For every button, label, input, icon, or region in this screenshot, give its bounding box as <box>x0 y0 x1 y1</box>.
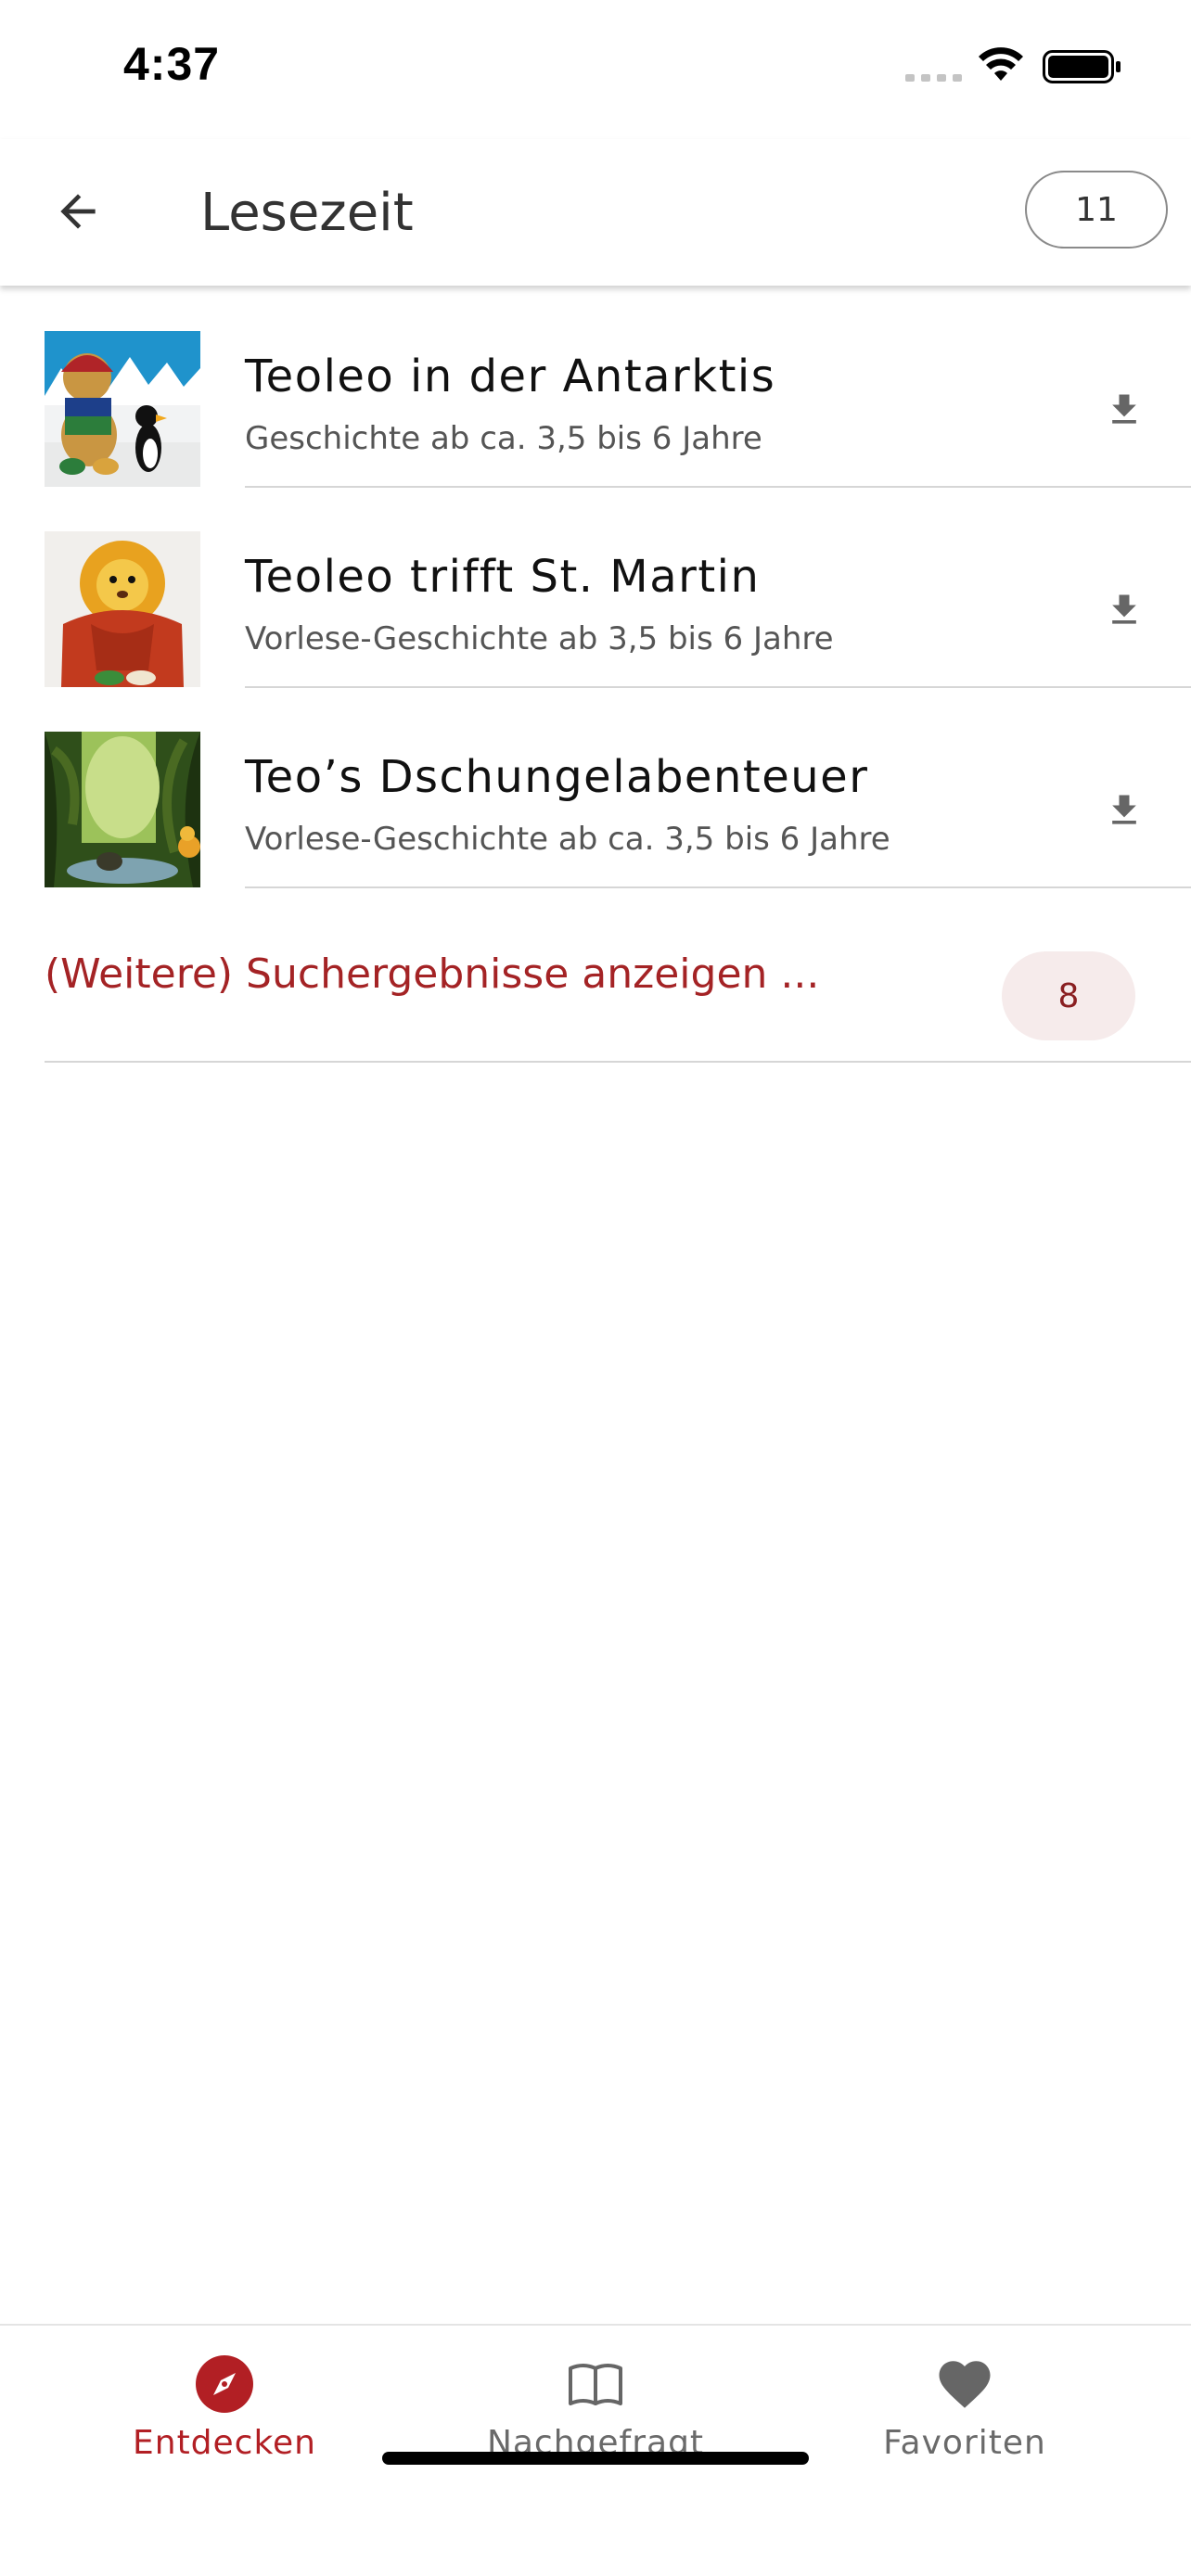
download-button[interactable] <box>1096 783 1152 838</box>
app-bar: Lesezeit 11 <box>0 139 1191 286</box>
cellular-signal-icon <box>905 74 962 82</box>
bottom-navigation: Entdecken Nachgefragt Favoriten <box>0 2324 1191 2576</box>
download-button[interactable] <box>1096 582 1152 638</box>
book-icon <box>569 2364 622 2405</box>
status-bar: 4:37 <box>0 0 1191 139</box>
heart-icon <box>939 2361 991 2408</box>
download-button[interactable] <box>1096 382 1152 438</box>
download-icon <box>1112 795 1136 824</box>
story-subtitle: Vorlese-Geschichte ab ca. 3,5 bis 6 Jahr… <box>245 821 890 858</box>
story-subtitle: Vorlese-Geschichte ab 3,5 bis 6 Jahre <box>245 620 834 657</box>
nav-item-entdecken[interactable]: Entdecken <box>85 2353 364 2474</box>
more-results-count-badge: 8 <box>1002 951 1135 1040</box>
download-icon <box>1112 394 1136 424</box>
nav-label: Favoriten <box>883 2424 1046 2462</box>
nav-label: Entdecken <box>133 2424 316 2462</box>
screen: 4:37 Lesezeit 11 Teoleo in der Antarktis… <box>0 0 1191 2576</box>
divider <box>245 886 1191 888</box>
battery-icon <box>1043 50 1121 83</box>
more-results-link[interactable]: (Weitere) Suchergebnisse anzeigen ... <box>45 950 819 998</box>
story-thumbnail <box>45 331 200 487</box>
more-results-row[interactable]: (Weitere) Suchergebnisse anzeigen ... 8 <box>45 909 1191 1063</box>
list-item[interactable]: Teo’s Dschungelabenteuer Vorlese-Geschic… <box>0 688 1191 888</box>
compass-icon <box>196 2355 253 2413</box>
story-title: Teoleo trifft St. Martin <box>245 551 761 603</box>
story-thumbnail <box>45 732 200 887</box>
divider <box>45 1061 1191 1063</box>
jungle-image <box>45 732 200 887</box>
list-item[interactable]: Teoleo in der Antarktis Geschichte ab ca… <box>0 287 1191 488</box>
wifi-icon <box>979 47 1023 81</box>
result-list: Teoleo in der Antarktis Geschichte ab ca… <box>0 287 1191 888</box>
nav-item-favoriten[interactable]: Favoriten <box>826 2353 1104 2474</box>
page-title: Lesezeit <box>200 183 414 243</box>
story-title: Teo’s Dschungelabenteuer <box>245 751 869 803</box>
back-button[interactable] <box>37 171 119 252</box>
download-icon <box>1112 594 1136 624</box>
teddy-penguin-image <box>45 331 200 487</box>
home-indicator[interactable] <box>382 2452 809 2465</box>
lion-cape-image <box>45 531 200 687</box>
story-subtitle: Geschichte ab ca. 3,5 bis 6 Jahre <box>245 420 762 457</box>
list-item[interactable]: Teoleo trifft St. Martin Vorlese-Geschic… <box>0 488 1191 688</box>
arrow-left-icon <box>60 194 96 229</box>
story-title: Teoleo in der Antarktis <box>245 351 776 402</box>
story-thumbnail <box>45 531 200 687</box>
result-count-pill[interactable]: 11 <box>1025 171 1168 249</box>
status-time: 4:37 <box>123 38 221 90</box>
